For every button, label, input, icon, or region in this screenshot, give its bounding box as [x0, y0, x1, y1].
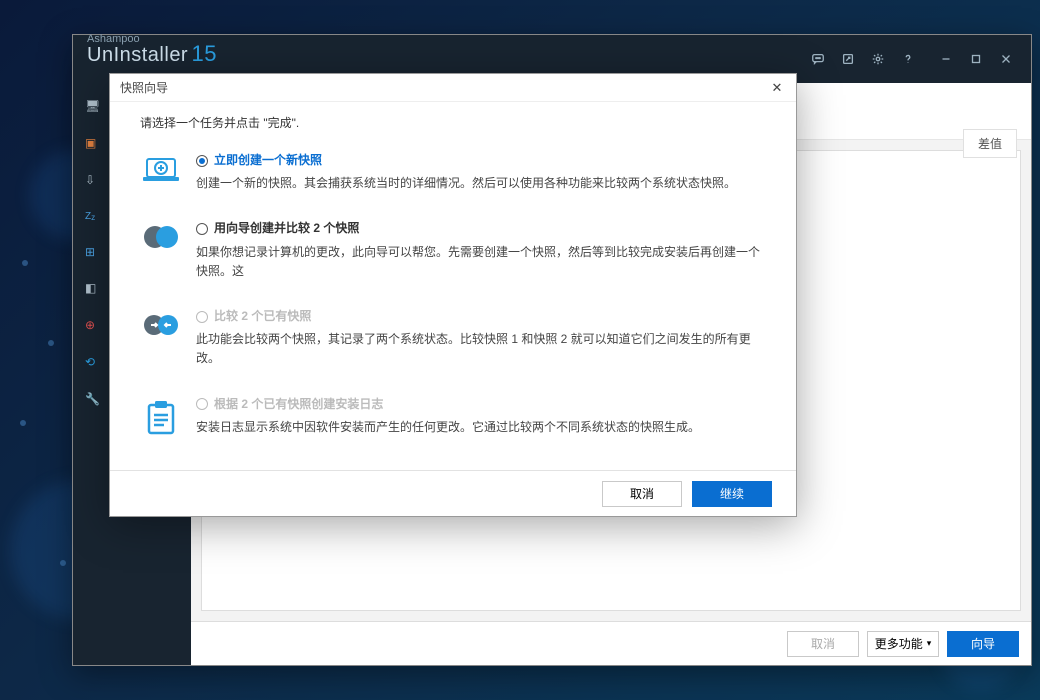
option-compare-wizard[interactable]: 用向导创建并比较 2 个快照 如果你想记录计算机的更改，此向导可以帮您。先需要创…	[140, 219, 766, 281]
circles-icon	[140, 219, 182, 251]
dialog-continue-button[interactable]: 继续	[692, 481, 772, 507]
more-button[interactable]: 更多功能 ▾	[867, 631, 939, 657]
option-compare-existing[interactable]: 比较 2 个已有快照 此功能会比较两个快照，其记录了两个系统状态。比较快照 1 …	[140, 307, 766, 369]
radio-icon	[196, 155, 208, 167]
dialog-titlebar: 快照向导 ✕	[110, 74, 796, 102]
option-title: 用向导创建并比较 2 个快照	[214, 219, 359, 238]
dialog-footer: 取消 继续	[110, 470, 796, 516]
arrows-icon	[140, 307, 182, 339]
brand-version: 15	[191, 41, 216, 66]
option-desc: 创建一个新的快照。其会捕获系统当时的详细情况。然后可以使用各种功能来比较两个系统…	[196, 174, 766, 193]
snapshot-icon: ⟲	[85, 355, 101, 369]
dialog-prompt: 请选择一个任务并点击 "完成".	[140, 114, 766, 131]
gear-icon[interactable]	[863, 35, 893, 83]
windows-icon: ⊞	[85, 245, 101, 259]
more-button-label: 更多功能	[875, 635, 923, 652]
sleep-icon: Zz	[85, 210, 101, 224]
bottom-bar: 取消 更多功能 ▾ 向导	[191, 621, 1031, 665]
cancel-button[interactable]: 取消	[787, 631, 859, 657]
wizard-button[interactable]: 向导	[947, 631, 1019, 657]
speech-icon[interactable]	[803, 35, 833, 83]
option-create-snapshot[interactable]: 立即创建一个新快照 创建一个新的快照。其会捕获系统当时的详细情况。然后可以使用各…	[140, 151, 766, 193]
option-title: 比较 2 个已有快照	[214, 307, 311, 326]
globe-icon: ⊕	[85, 318, 101, 332]
wrench-icon: 🔧	[85, 392, 101, 406]
right-tab[interactable]: 差值	[963, 129, 1017, 158]
maximize-button[interactable]	[961, 35, 991, 83]
dialog-cancel-button[interactable]: 取消	[602, 481, 682, 507]
option-desc: 如果你想记录计算机的更改，此向导可以帮您。先需要创建一个快照，然后等到比较完成安…	[196, 243, 766, 281]
option-title: 根据 2 个已有快照创建安装日志	[214, 395, 383, 414]
radio-icon	[196, 311, 208, 323]
monitor-icon: 🖥	[85, 99, 101, 113]
apps-icon: ▣	[85, 136, 101, 150]
install-icon: ⇩	[85, 173, 101, 187]
clipboard-icon	[140, 395, 182, 437]
radio-icon	[196, 223, 208, 235]
brand-name: UnInstaller	[87, 44, 188, 66]
option-desc: 安装日志显示系统中因软件安装而产生的任何更改。它通过比较两个不同系统状态的快照生…	[196, 418, 766, 437]
external-link-icon[interactable]	[833, 35, 863, 83]
laptop-plus-icon	[140, 151, 182, 185]
option-desc: 此功能会比较两个快照，其记录了两个系统状态。比较快照 1 和快照 2 就可以知道…	[196, 330, 766, 368]
option-title: 立即创建一个新快照	[214, 151, 322, 170]
dialog-close-button[interactable]: ✕	[766, 77, 788, 99]
minimize-button[interactable]	[931, 35, 961, 83]
snapshot-wizard-dialog: 快照向导 ✕ 请选择一个任务并点击 "完成". 立即创建一个新快照 创建一个新的…	[109, 73, 797, 517]
radio-icon	[196, 398, 208, 410]
chevron-down-icon: ▾	[927, 638, 932, 649]
help-icon[interactable]	[893, 35, 923, 83]
dialog-title: 快照向导	[120, 79, 168, 96]
option-create-log[interactable]: 根据 2 个已有快照创建安装日志 安装日志显示系统中因软件安装而产生的任何更改。…	[140, 395, 766, 437]
impact-icon: ◧	[85, 281, 101, 295]
close-button[interactable]	[991, 35, 1021, 83]
